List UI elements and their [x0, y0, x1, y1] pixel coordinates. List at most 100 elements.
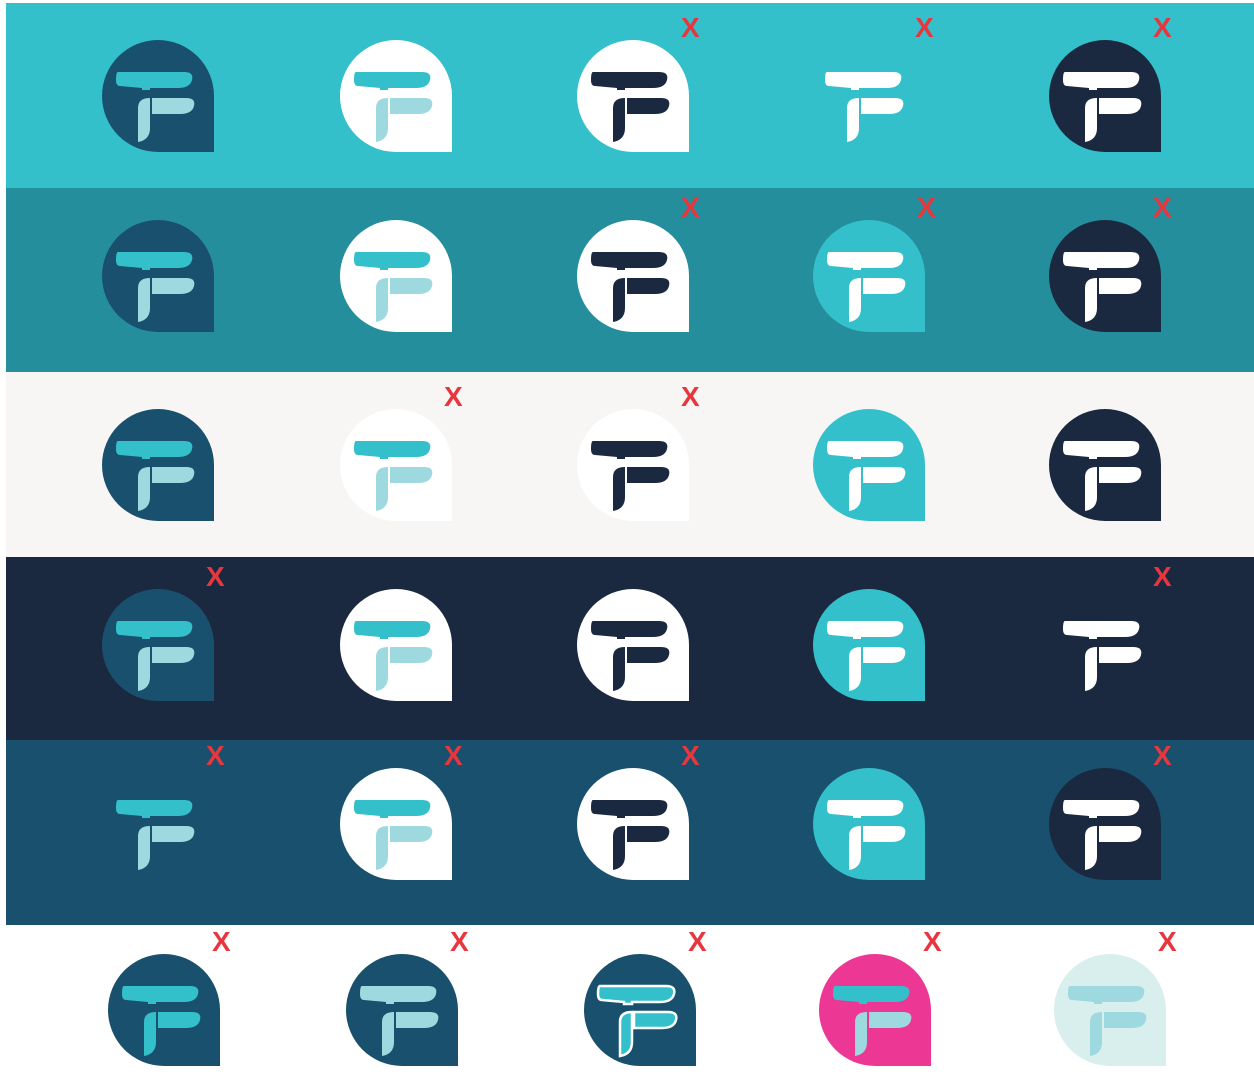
- rejected-x-mark: X: [206, 740, 225, 771]
- tf-badge-icon: [577, 589, 689, 701]
- letter-t-bar: [825, 72, 902, 90]
- letter-f-arm: [863, 467, 906, 483]
- letter-f-arm: [863, 278, 906, 294]
- letter-f-stem: [138, 826, 150, 870]
- letter-f-arm: [1099, 467, 1142, 483]
- rejected-x-mark: X: [681, 192, 700, 223]
- letter-f-arm: [390, 826, 433, 842]
- badge-shape: [577, 40, 689, 152]
- letter-f-stem: [1090, 1012, 1102, 1056]
- letter-f-stem: [1085, 98, 1097, 142]
- rejected-x-mark: X: [681, 381, 700, 412]
- badge-shape: [577, 220, 689, 332]
- letter-f-stem: [1085, 647, 1097, 691]
- letter-f-arm: [627, 98, 670, 114]
- tf-letters-icon: [1063, 621, 1142, 691]
- letter-f-stem: [138, 278, 150, 322]
- badge-shape: [813, 589, 925, 701]
- letter-f-stem: [376, 826, 388, 870]
- badge-shape: [1049, 220, 1161, 332]
- rejected-x-mark: X: [444, 381, 463, 412]
- tf-badge-icon: [346, 954, 458, 1066]
- letter-f-arm: [1099, 278, 1142, 294]
- letter-f-stem: [618, 1010, 634, 1058]
- letter-f-arm: [869, 1012, 912, 1028]
- badge-shape: [102, 40, 214, 152]
- letter-f-stem: [376, 278, 388, 322]
- tf-badge-icon: [108, 954, 220, 1066]
- letter-f-stem: [1085, 467, 1097, 511]
- letter-f-stem: [613, 647, 625, 691]
- tf-letters-icon: [116, 800, 195, 870]
- tf-badge-icon: [340, 589, 452, 701]
- rejected-x-mark: X: [681, 740, 700, 771]
- letter-f-arm: [1099, 826, 1142, 842]
- tf-badge-icon: [577, 409, 689, 521]
- letter-f-stem: [849, 278, 861, 322]
- letter-f-stem: [613, 98, 625, 142]
- letter-f-stem: [847, 98, 859, 142]
- letter-f-stem: [855, 1012, 867, 1056]
- tf-badge-icon: [1049, 220, 1161, 332]
- badge-shape: [584, 954, 696, 1066]
- tf-badge-icon: [340, 220, 452, 332]
- badge-shape: [340, 409, 452, 521]
- letter-f-arm: [152, 647, 195, 663]
- badge-shape: [1049, 768, 1161, 880]
- letter-f-stem: [1085, 278, 1097, 322]
- tf-badge-icon: [340, 409, 452, 521]
- tf-badge-icon: [1049, 409, 1161, 521]
- badge-shape: [102, 409, 214, 521]
- tf-badge-icon: [819, 954, 931, 1066]
- rejected-x-mark: X: [1153, 12, 1172, 43]
- rejected-x-mark: X: [1158, 926, 1177, 957]
- tf-badge-icon: [813, 220, 925, 332]
- tf-badge-icon: [1049, 768, 1161, 880]
- rejected-x-mark: X: [450, 926, 469, 957]
- tf-badge-icon: [813, 768, 925, 880]
- letter-f-stem: [144, 1012, 156, 1056]
- rejected-x-mark: X: [444, 740, 463, 771]
- tf-badge-icon: [102, 40, 214, 152]
- letter-f-arm: [861, 98, 904, 114]
- tf-badge-icon: [102, 220, 214, 332]
- letter-f-stem: [376, 467, 388, 511]
- letter-t-bar: [1063, 621, 1140, 639]
- letter-f-stem: [613, 278, 625, 322]
- rejected-x-mark: X: [688, 926, 707, 957]
- letter-f-arm: [863, 647, 906, 663]
- letter-f-arm: [390, 98, 433, 114]
- rejected-x-mark: X: [1153, 740, 1172, 771]
- letter-f-arm: [158, 1012, 201, 1028]
- badge-shape: [102, 220, 214, 332]
- rejected-x-mark: X: [1153, 561, 1172, 592]
- letter-f-arm: [390, 467, 433, 483]
- tf-badge-icon: [102, 589, 214, 701]
- tf-badge-icon: [1049, 40, 1161, 152]
- logo-usage-grid: { "title": "", "colors": { "x_mark": "#E…: [0, 0, 1254, 1066]
- letter-f-stem: [138, 647, 150, 691]
- rejected-x-mark: X: [915, 12, 934, 43]
- letter-f-stem: [613, 467, 625, 511]
- letter-f-arm: [390, 278, 433, 294]
- badge-shape: [340, 589, 452, 701]
- letter-f-stem: [1085, 826, 1097, 870]
- letter-f-arm: [627, 826, 670, 842]
- tf-badge-icon: [577, 768, 689, 880]
- badge-shape: [813, 768, 925, 880]
- letter-f-arm: [152, 467, 195, 483]
- letter-f-stem: [138, 467, 150, 511]
- badge-shape: [577, 768, 689, 880]
- badge-shape: [819, 954, 931, 1066]
- tf-letters-icon: [825, 72, 904, 142]
- letter-f-arm: [863, 826, 906, 842]
- rejected-x-mark: X: [1153, 192, 1172, 223]
- badge-shape: [813, 220, 925, 332]
- letter-f-arm: [152, 278, 195, 294]
- tf-badge-icon: [577, 40, 689, 152]
- letter-f-arm: [627, 467, 670, 483]
- letter-f-arm: [152, 826, 195, 842]
- letter-f-arm: [627, 647, 670, 663]
- letter-f-arm: [390, 647, 433, 663]
- badge-shape: [813, 409, 925, 521]
